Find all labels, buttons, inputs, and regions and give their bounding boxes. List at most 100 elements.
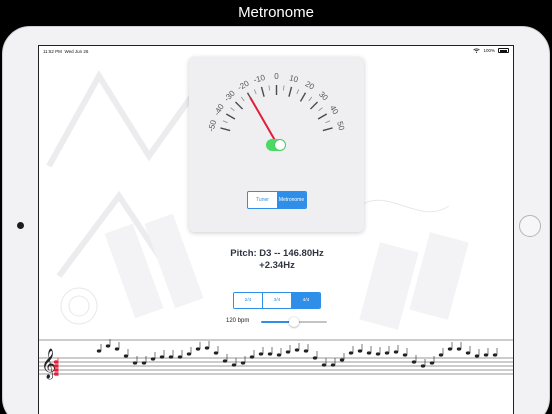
- staff-note: [258, 352, 264, 356]
- staff-note: [222, 359, 228, 363]
- gauge-major-tick: [225, 113, 236, 120]
- staff-note: [339, 358, 345, 362]
- tempo-slider-knob[interactable]: [289, 317, 299, 327]
- gauge-scale-label: 20: [304, 79, 317, 92]
- tempo-slider[interactable]: [261, 317, 327, 327]
- tuner-gauge: -50 -40-30-20 -10 0 10 203040 50: [207, 72, 346, 144]
- home-button[interactable]: [519, 215, 541, 237]
- staff-note: [483, 353, 489, 357]
- status-time: 11:52 PM Wed Jun 26: [43, 49, 89, 54]
- staff-note: [420, 364, 426, 368]
- mode-segmented-control: Tuner Metronome: [247, 191, 307, 209]
- gauge-minor-tick: [283, 85, 285, 91]
- staff-note: [438, 353, 444, 357]
- time-signature-control: 2/4 3/4 4/4: [233, 292, 321, 309]
- battery-icon: [498, 48, 509, 53]
- gauge-scale-label: -20: [236, 78, 251, 92]
- gauge-major-tick: [309, 101, 319, 110]
- staff-note: [312, 356, 318, 360]
- gauge-minor-tick: [240, 96, 245, 102]
- mode-metronome-button[interactable]: Metronome: [277, 192, 306, 208]
- red-note: [53, 372, 59, 376]
- gauge-minor-tick: [253, 89, 257, 95]
- staff-note: [231, 363, 237, 367]
- mode-tuner-button[interactable]: Tuner: [248, 192, 277, 208]
- staff-note: [492, 353, 498, 357]
- gauge-major-tick: [234, 101, 244, 110]
- staff-note: [402, 353, 408, 357]
- gauge-major-tick: [299, 92, 307, 102]
- staff-note: [159, 355, 165, 359]
- gauge-scale-label: -40: [212, 102, 226, 117]
- staff-note: [357, 349, 363, 353]
- music-staff: 𝄞: [39, 339, 513, 380]
- gauge-minor-tick: [222, 120, 228, 124]
- staff-note: [240, 361, 246, 365]
- tuner-toggle-switch[interactable]: [266, 139, 286, 151]
- gauge-scale-label: 30: [317, 90, 330, 103]
- staff-note: [366, 351, 372, 355]
- pitch-readout: Pitch: D3 -- 146.80Hz +2.34Hz: [179, 248, 375, 272]
- wifi-icon: [473, 48, 481, 53]
- gauge-scale-label: -10: [253, 73, 267, 85]
- tempo-label: 120 bpm: [226, 318, 250, 324]
- gauge-minor-tick: [296, 89, 300, 95]
- toggle-knob: [275, 140, 285, 150]
- gauge-major-tick: [288, 86, 293, 97]
- gauge-scale-label: 50: [335, 120, 346, 131]
- staff-note: [267, 352, 273, 356]
- status-indicators: 100%: [473, 48, 509, 53]
- tuner-card: -50 -40 -30 -20 -10 0 10 20 30 40 50 Tuner Metrono…: [189, 57, 364, 232]
- gauge-scale-label: 0: [274, 72, 279, 81]
- staff-note: [474, 354, 480, 358]
- gauge-minor-tick: [268, 85, 270, 91]
- staff-note: [276, 353, 282, 357]
- staff-note: [213, 351, 219, 355]
- gauge-minor-tick: [230, 107, 235, 112]
- time-signature-2-4[interactable]: 2/4: [234, 293, 263, 308]
- gauge-scale-label: 40: [328, 104, 341, 117]
- staff-note: [96, 349, 102, 353]
- staff-note: [465, 351, 471, 355]
- staff-note: [411, 360, 417, 364]
- staff-note: [114, 347, 120, 351]
- staff-note: [177, 355, 183, 359]
- staff-note: [447, 347, 453, 351]
- staff-note: [105, 344, 111, 348]
- pitch-offset: +2.34Hz: [259, 260, 295, 271]
- gauge-major-tick: [322, 127, 333, 132]
- staff-note: [168, 355, 174, 359]
- time-signature-4-4[interactable]: 4/4: [292, 293, 320, 308]
- staff-note: [456, 347, 462, 351]
- staff-note: [141, 361, 147, 365]
- gauge-minor-tick: [308, 96, 313, 102]
- staff-note: [123, 354, 129, 358]
- red-note: [53, 364, 59, 368]
- gauge-minor-tick: [325, 120, 331, 124]
- battery-percent: 100%: [483, 48, 495, 53]
- staff-note: [375, 352, 381, 356]
- banner-title: Metronome: [238, 4, 314, 21]
- staff-note: [186, 352, 192, 356]
- camera-dot: [17, 222, 24, 229]
- staff-note: [321, 363, 327, 367]
- staff-note: [150, 357, 156, 361]
- gauge-major-tick: [220, 127, 231, 132]
- gauge-scale-label: -50: [207, 119, 219, 133]
- staff-note: [294, 348, 300, 352]
- app-screen: 11:52 PM Wed Jun 26 100% -50 -40 -30 -20 -10…: [38, 45, 514, 414]
- staff-note: [204, 346, 210, 350]
- pitch-note-frequency: Pitch: D3 -- 146.80Hz: [230, 248, 324, 259]
- gauge-major-tick: [260, 86, 265, 97]
- red-note: [53, 368, 59, 372]
- staff-note: [393, 350, 399, 354]
- gauge-needle: [249, 96, 278, 144]
- time-signature-3-4[interactable]: 3/4: [263, 293, 292, 308]
- gauge-scale-label: -30: [222, 88, 237, 103]
- staff-note: [285, 350, 291, 354]
- staff-note: [249, 355, 255, 359]
- gauge-major-tick: [317, 113, 328, 120]
- staff-note: [384, 351, 390, 355]
- treble-clef-icon: 𝄞: [41, 348, 56, 380]
- staff-note: [330, 363, 336, 367]
